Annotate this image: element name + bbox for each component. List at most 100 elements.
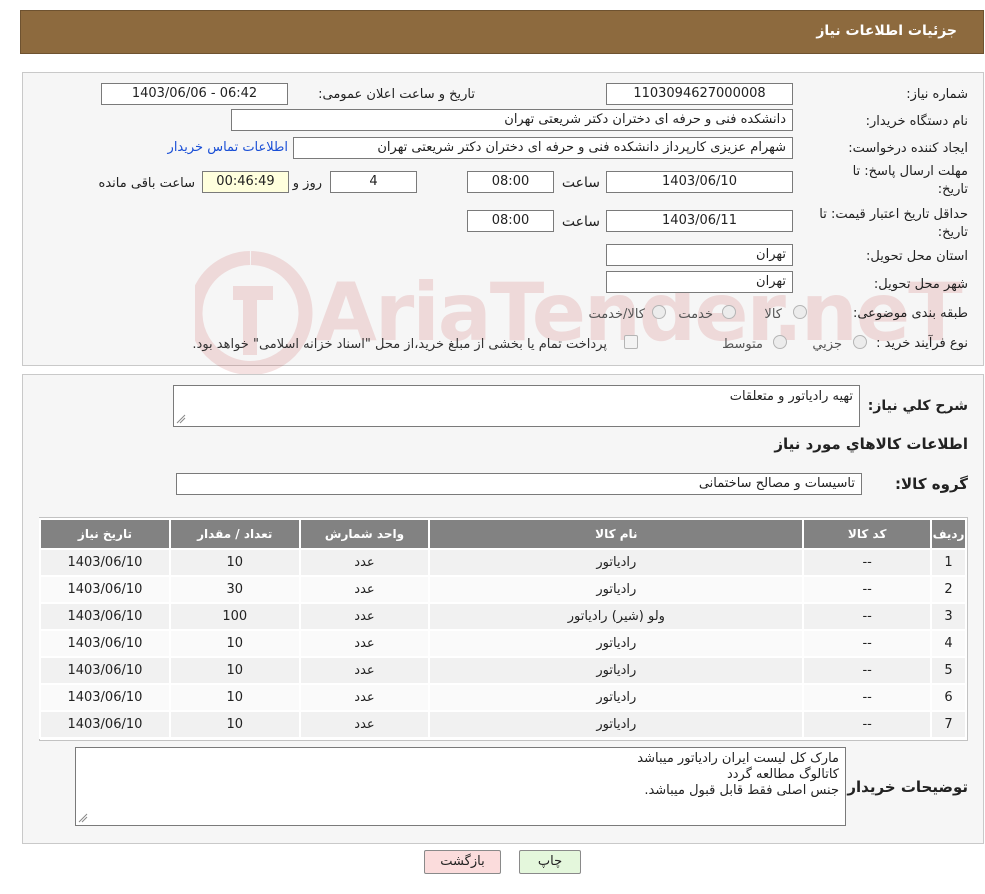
col-goods-name: نام کالا xyxy=(430,520,803,548)
price-validity-label-date: تاریخ: xyxy=(937,225,968,240)
buyer-note-line: کاتالوگ مطالعه گردد xyxy=(726,767,839,782)
cell-quantity: 10 xyxy=(170,712,299,737)
category-service-radio[interactable] xyxy=(722,305,736,319)
buyer-notes-textarea: مارک کل لیست ایران رادیاتور میباشد کاتال… xyxy=(75,747,846,826)
cell-goods-code: -- xyxy=(804,550,931,575)
table-row: 1 -- رادیاتور عدد 10 1403/06/10 xyxy=(41,550,965,575)
cell-need-date: 1403/06/10 xyxy=(41,604,169,629)
reply-deadline-label-date: تاریخ: xyxy=(937,182,968,197)
cell-goods-name: ولو (شیر) رادیاتور xyxy=(430,604,803,629)
cell-goods-code: -- xyxy=(804,712,931,737)
cell-goods-code: -- xyxy=(804,577,931,602)
category-goods-service-radio[interactable] xyxy=(652,305,666,319)
resize-grip-icon[interactable] xyxy=(78,813,88,823)
cell-goods-code: -- xyxy=(804,604,931,629)
purchase-medium-label: متوسط xyxy=(722,337,763,352)
back-button[interactable]: بازگشت xyxy=(424,850,501,874)
resize-grip-icon[interactable] xyxy=(176,414,186,424)
remaining-time-label: ساعت باقی مانده xyxy=(98,176,195,191)
reply-deadline-label: مهلت ارسال پاسخ: تا xyxy=(852,164,968,179)
col-quantity: تعداد / مقدار xyxy=(170,520,299,548)
cell-row-number: 3 xyxy=(932,604,965,629)
table-row: 5 -- رادیاتور عدد 10 1403/06/10 xyxy=(41,658,965,683)
page-title: جزئیات اطلاعات نیاز xyxy=(816,23,957,39)
cell-goods-name: رادیاتور xyxy=(430,685,803,710)
purchase-type-label: نوع فرآیند خرید : xyxy=(876,336,968,351)
treasury-bonds-checkbox[interactable] xyxy=(624,335,638,349)
table-row: 7 -- رادیاتور عدد 10 1403/06/10 xyxy=(41,712,965,737)
cell-unit: عدد xyxy=(300,577,429,602)
need-number-label: شماره نیاز: xyxy=(906,87,968,102)
reply-time-label: ساعت xyxy=(561,175,600,191)
cell-row-number: 5 xyxy=(932,658,965,683)
category-goods-label: کالا xyxy=(764,307,782,322)
purchase-minor-radio[interactable] xyxy=(853,335,867,349)
page-header: جزئیات اطلاعات نیاز xyxy=(20,10,984,54)
treasury-bonds-note: پرداخت تمام یا بخشی از مبلغ خرید،از محل … xyxy=(192,337,607,352)
cell-quantity: 10 xyxy=(170,658,299,683)
reply-date-field: 1403/06/10 xyxy=(606,171,793,193)
reply-time-field: 08:00 xyxy=(467,171,554,193)
price-validity-label: حداقل تاریخ اعتبار قیمت: تا xyxy=(819,207,968,222)
price-validity-time-label: ساعت xyxy=(561,214,600,230)
goods-group-label: گروه کالا: xyxy=(895,475,968,493)
cell-goods-name: رادیاتور xyxy=(430,658,803,683)
cell-row-number: 2 xyxy=(932,577,965,602)
col-goods-code: کد کالا xyxy=(804,520,931,548)
cell-unit: عدد xyxy=(300,658,429,683)
cell-quantity: 100 xyxy=(170,604,299,629)
cell-row-number: 4 xyxy=(932,631,965,656)
days-label: روز و xyxy=(292,176,322,191)
cell-need-date: 1403/06/10 xyxy=(41,577,169,602)
delivery-province-field: تهران xyxy=(606,244,793,266)
cell-goods-name: رادیاتور xyxy=(430,712,803,737)
buyer-contact-link[interactable]: اطلاعات تماس خریدار xyxy=(168,140,288,155)
buyer-org-field: دانشکده فنی و حرفه ای دختران دکتر شریعتی… xyxy=(231,109,793,131)
price-validity-date-field: 1403/06/11 xyxy=(606,210,793,232)
purchase-minor-label: جزیي xyxy=(812,337,842,352)
price-validity-time-field: 08:00 xyxy=(467,210,554,232)
cell-quantity: 10 xyxy=(170,550,299,575)
goods-info-title: اطلاعات کالاهاي مورد نياز xyxy=(774,435,968,453)
items-table-wrapper: رديف کد کالا نام کالا واحد شمارش تعداد /… xyxy=(39,517,968,741)
category-goods-service-label: کالا/خدمت xyxy=(588,307,645,322)
col-unit: واحد شمارش xyxy=(300,520,429,548)
cell-need-date: 1403/06/10 xyxy=(41,685,169,710)
category-goods-radio[interactable] xyxy=(793,305,807,319)
buyer-note-line: جنس اصلی فقط قابل قبول میباشد. xyxy=(644,783,839,798)
buyer-notes-label: توضیحات خریدار: xyxy=(841,778,968,796)
cell-goods-code: -- xyxy=(804,631,931,656)
need-number-field: 1103094627000008 xyxy=(606,83,793,105)
cell-need-date: 1403/06/10 xyxy=(41,550,169,575)
cell-goods-name: رادیاتور xyxy=(430,550,803,575)
cell-goods-name: رادیاتور xyxy=(430,577,803,602)
remaining-days-field: 4 xyxy=(330,171,417,193)
cell-goods-code: -- xyxy=(804,658,931,683)
requester-label: ایجاد کننده درخواست: xyxy=(848,141,968,156)
cell-row-number: 1 xyxy=(932,550,965,575)
table-row: 6 -- رادیاتور عدد 10 1403/06/10 xyxy=(41,685,965,710)
delivery-city-field: تهران xyxy=(606,271,793,293)
cell-unit: عدد xyxy=(300,685,429,710)
cell-row-number: 6 xyxy=(932,685,965,710)
cell-need-date: 1403/06/10 xyxy=(41,631,169,656)
cell-row-number: 7 xyxy=(932,712,965,737)
print-button[interactable]: چاپ xyxy=(519,850,581,874)
purchase-medium-radio[interactable] xyxy=(773,335,787,349)
col-need-date: تاريخ نياز xyxy=(41,520,169,548)
remaining-time-field: 00:46:49 xyxy=(202,171,289,193)
cell-quantity: 10 xyxy=(170,685,299,710)
requester-field: شهرام عزیزی کارپرداز دانشکده فنی و حرفه … xyxy=(293,137,793,159)
general-desc-label: شرح کلي نياز: xyxy=(867,398,968,414)
cell-unit: عدد xyxy=(300,604,429,629)
cell-need-date: 1403/06/10 xyxy=(41,712,169,737)
items-table-header-row: رديف کد کالا نام کالا واحد شمارش تعداد /… xyxy=(41,520,965,548)
category-service-label: خدمت xyxy=(678,307,713,322)
table-row: 2 -- رادیاتور عدد 30 1403/06/10 xyxy=(41,577,965,602)
general-desc-text: تهیه رادیاتور و متعلقات xyxy=(729,389,853,404)
goods-group-field: تاسیسات و مصالح ساختمانی xyxy=(176,473,862,495)
announce-datetime-field: 1403/06/06 - 06:42 xyxy=(101,83,288,105)
cell-unit: عدد xyxy=(300,631,429,656)
general-desc-textarea: تهیه رادیاتور و متعلقات xyxy=(173,385,860,427)
cell-unit: عدد xyxy=(300,712,429,737)
